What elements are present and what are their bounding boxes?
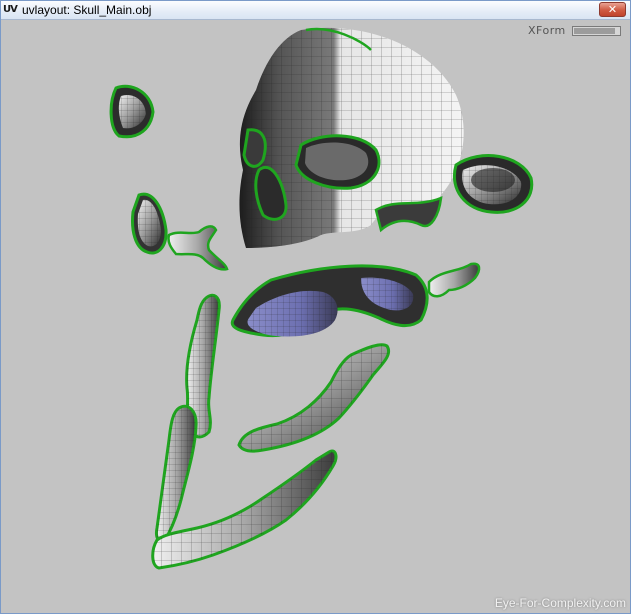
3d-viewport[interactable]: XForm Eye-For-Complexity.com <box>1 20 630 613</box>
right-jaw-strip-shell[interactable] <box>237 343 390 453</box>
app-window: UV uvlayout: Skull_Main.obj ✕ XForm Eye-… <box>0 0 631 614</box>
xform-label: XForm <box>528 24 566 37</box>
mesh-scene[interactable] <box>1 20 630 613</box>
window-title: uvlayout: Skull_Main.obj <box>22 3 152 17</box>
xform-slider-fill <box>574 28 615 34</box>
nasal-bone-shell[interactable] <box>167 225 229 271</box>
close-icon: ✕ <box>607 3 618 16</box>
uvlayout-icon: UV <box>3 4 18 15</box>
upper-palate-shell[interactable] <box>230 264 429 338</box>
left-jaw-strip-shell[interactable] <box>155 293 221 543</box>
right-eye-socket-shell[interactable] <box>453 154 534 214</box>
close-button[interactable]: ✕ <box>599 2 626 17</box>
watermark: Eye-For-Complexity.com <box>494 596 626 610</box>
skull-cranium-shell[interactable] <box>239 27 464 248</box>
xform-slider[interactable] <box>572 26 621 36</box>
title-bar[interactable]: UV uvlayout: Skull_Main.obj ✕ <box>1 1 630 20</box>
left-ear-shell[interactable] <box>109 84 155 139</box>
small-fragment-shell[interactable] <box>427 262 481 298</box>
left-cheek-shell[interactable] <box>131 192 168 255</box>
